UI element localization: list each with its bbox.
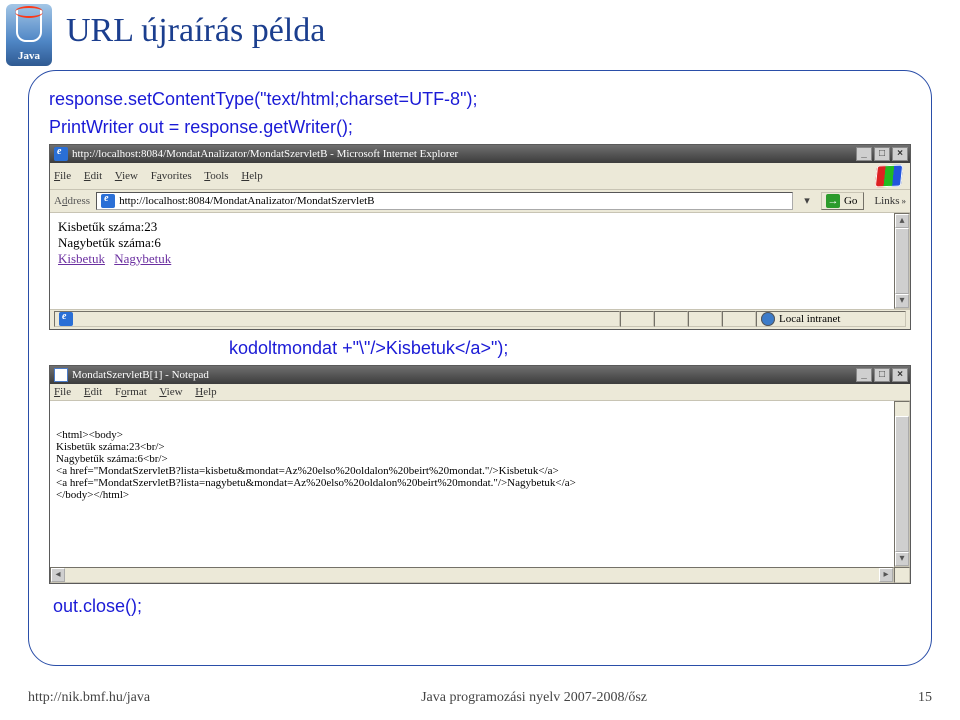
ie-title-text: http://localhost:8084/MondatAnalizator/M… — [72, 148, 458, 160]
address-label: Address — [54, 195, 90, 207]
address-dropdown-icon[interactable]: ▾ — [799, 194, 815, 207]
notepad-content[interactable]: <html><body> Kisbetűk száma:23<br/> Nagy… — [50, 401, 910, 583]
notepad-window: MondatSzervletB[1] - Notepad _ □ × File … — [49, 365, 911, 584]
footer-page-number: 15 — [918, 690, 932, 706]
np-menu-help[interactable]: Help — [195, 386, 216, 398]
maximize-button[interactable]: □ — [874, 147, 890, 161]
np-close-button[interactable]: × — [892, 368, 908, 382]
np-vertical-scrollbar[interactable]: ▴ ▾ — [894, 401, 910, 567]
code-fragment: kodoltmondat +"\"/>Kisbetuk</a>"); — [229, 338, 911, 359]
ie-link-nagybetuk[interactable]: Nagybetuk — [114, 251, 171, 266]
scroll-up-icon[interactable]: ▴ — [895, 214, 909, 228]
ie-icon — [54, 147, 68, 161]
footer-left: http://nik.bmf.hu/java — [28, 690, 150, 706]
code-line-1: response.setContentType("text/html;chars… — [49, 87, 911, 111]
java-logo: Java — [6, 4, 52, 66]
ie-menu-file[interactable]: File — [54, 170, 71, 182]
ie-menu-help[interactable]: Help — [241, 170, 262, 182]
ie-menu-tools[interactable]: Tools — [204, 170, 228, 182]
notepad-menubar: File Edit Format View Help — [50, 384, 910, 401]
np-scroll-down-icon[interactable]: ▾ — [895, 552, 909, 566]
close-button[interactable]: × — [892, 147, 908, 161]
security-zone: Local intranet — [756, 311, 906, 327]
ie-status-bar: Local intranet — [50, 309, 910, 329]
scroll-thumb[interactable] — [895, 228, 909, 294]
ie-menu-edit[interactable]: Edit — [84, 170, 102, 182]
address-url: http://localhost:8084/MondatAnalizator/M… — [119, 195, 374, 207]
np-minimize-button[interactable]: _ — [856, 368, 872, 382]
ie-link-kisbetuk[interactable]: Kisbetuk — [58, 251, 105, 266]
links-button[interactable]: Links» — [874, 195, 906, 207]
notepad-title-text: MondatSzervletB[1] - Notepad — [72, 369, 209, 381]
footer-center: Java programozási nyelv 2007-2008/ősz — [421, 690, 647, 706]
slide-body: response.setContentType("text/html;chars… — [28, 70, 932, 666]
code-close-line: out.close(); — [53, 596, 911, 617]
notepad-icon — [54, 368, 68, 382]
ie-text-line-2: Nagybetűk száma:6 — [58, 235, 902, 251]
np-scroll-right-icon[interactable]: ▸ — [879, 568, 893, 582]
np-menu-edit[interactable]: Edit — [84, 386, 102, 398]
slide-title: URL újraírás példa — [66, 12, 325, 50]
np-horizontal-scrollbar[interactable]: ◂ ▸ — [50, 567, 894, 583]
minimize-button[interactable]: _ — [856, 147, 872, 161]
ie-menu-view[interactable]: View — [115, 170, 138, 182]
np-scroll-corner — [894, 567, 910, 583]
ie-menu-favorites[interactable]: Favorites — [151, 170, 192, 182]
address-input[interactable]: http://localhost:8084/MondatAnalizator/M… — [96, 192, 793, 210]
np-scroll-thumb[interactable] — [895, 416, 909, 552]
windows-flag-icon — [875, 164, 903, 187]
np-maximize-button[interactable]: □ — [874, 368, 890, 382]
go-button[interactable]: → Go — [821, 192, 864, 210]
ie-page-content: Kisbetűk száma:23 Nagybetűk száma:6 Kisb… — [50, 213, 910, 309]
code-line-2: PrintWriter out = response.getWriter(); — [49, 115, 911, 139]
notepad-text: <html><body> Kisbetűk száma:23<br/> Nagy… — [56, 429, 904, 519]
intranet-icon — [761, 312, 775, 326]
ie-titlebar: http://localhost:8084/MondatAnalizator/M… — [50, 145, 910, 163]
ie-window: http://localhost:8084/MondatAnalizator/M… — [49, 144, 911, 330]
ie-menubar: File Edit View Favorites Tools Help — [50, 163, 910, 190]
np-menu-file[interactable]: File — [54, 386, 71, 398]
np-scroll-left-icon[interactable]: ◂ — [51, 568, 65, 582]
np-menu-format[interactable]: Format — [115, 386, 147, 398]
np-menu-view[interactable]: View — [159, 386, 182, 398]
notepad-titlebar: MondatSzervletB[1] - Notepad _ □ × — [50, 366, 910, 384]
status-done-icon — [59, 312, 73, 326]
scroll-down-icon[interactable]: ▾ — [895, 294, 909, 308]
np-window-buttons[interactable]: _ □ × — [856, 368, 908, 382]
slide-footer: http://nik.bmf.hu/java Java programozási… — [0, 690, 960, 706]
ie-address-bar: Address http://localhost:8084/MondatAnal… — [50, 190, 910, 213]
window-buttons[interactable]: _ □ × — [856, 147, 908, 161]
page-icon — [101, 194, 115, 208]
ie-vertical-scrollbar[interactable]: ▴ ▾ — [894, 213, 910, 309]
ie-text-line-1: Kisbetűk száma:23 — [58, 219, 902, 235]
go-arrow-icon: → — [826, 194, 840, 208]
